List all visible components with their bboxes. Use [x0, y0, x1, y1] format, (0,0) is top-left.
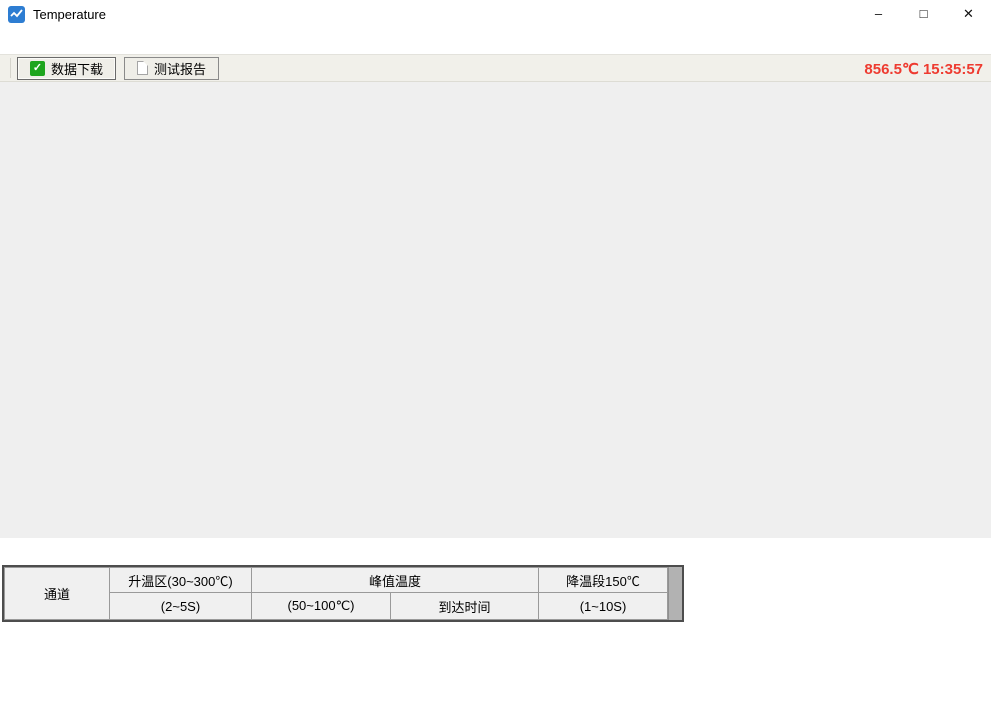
col-header-rise: 升温区(30~300℃) — [110, 568, 252, 593]
close-button[interactable]: ✕ — [946, 0, 991, 28]
download-data-button[interactable]: 数据下载 — [17, 57, 116, 80]
tab-bar — [0, 538, 991, 565]
window-title: Temperature — [33, 7, 106, 22]
analysis-data-table: 通道 升温区(30~300℃) 峰值温度 降温段150℃ (2~5S) (50~… — [4, 567, 668, 620]
col-header-channel: 通道 — [5, 568, 110, 620]
test-report-button[interactable]: 测试报告 — [124, 57, 219, 80]
toolbar-separator — [10, 58, 11, 78]
maximize-button[interactable]: □ — [901, 0, 946, 28]
toolbar: 数据下载 测试报告 856.5℃ 15:35:57 — [0, 54, 991, 82]
minimize-button[interactable]: – — [856, 0, 901, 28]
chart-region — [0, 82, 991, 538]
menubar — [0, 28, 991, 54]
app-icon — [8, 6, 25, 23]
col-subheader-cool: (1~10S) — [539, 593, 668, 620]
col-header-peak: 峰值温度 — [252, 568, 539, 593]
temperature-time-readout: 856.5℃ 15:35:57 — [864, 60, 983, 78]
download-data-label: 数据下载 — [51, 59, 103, 78]
col-subheader-arrival: 到达时间 — [391, 593, 539, 620]
col-header-cool: 降温段150℃ — [539, 568, 668, 593]
test-report-label: 测试报告 — [154, 59, 206, 78]
col-subheader-rise: (2~5S) — [110, 593, 252, 620]
document-icon — [137, 61, 148, 75]
titlebar: Temperature – □ ✕ — [0, 0, 991, 28]
col-subheader-peak-range: (50~100℃) — [252, 593, 391, 620]
window-controls: – □ ✕ — [856, 0, 991, 28]
analysis-table: 通道 升温区(30~300℃) 峰值温度 降温段150℃ (2~5S) (50~… — [2, 565, 684, 622]
temperature-chart[interactable] — [0, 82, 991, 538]
download-check-icon — [30, 61, 45, 76]
table-scrollbar-track[interactable] — [668, 567, 682, 620]
